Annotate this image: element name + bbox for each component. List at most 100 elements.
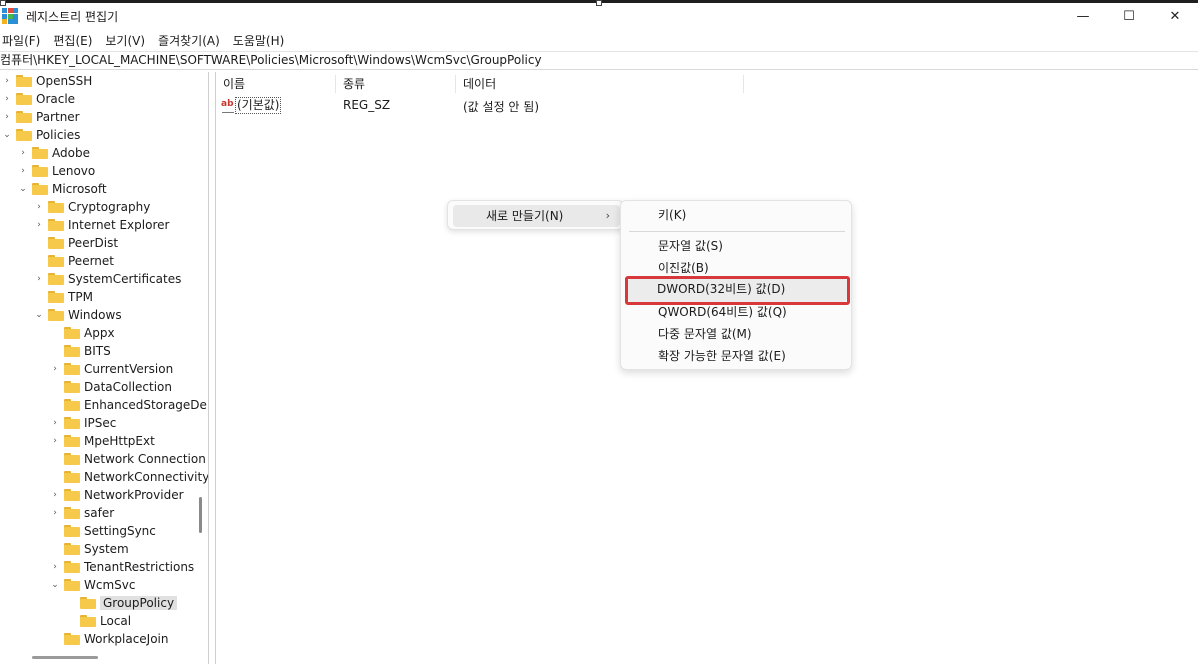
column-header-type[interactable]: 종류 (336, 75, 456, 93)
folder-icon (64, 345, 80, 357)
tree-item[interactable]: › TenantRestrictions (50, 558, 194, 576)
key-tree-pane[interactable]: › OpenSSH › Oracle › Partner ⌄ Policies › Adobe › L… (0, 72, 209, 664)
registry-editor-icon (2, 8, 18, 24)
menu-separator (629, 231, 845, 232)
tree-item-label: EnhancedStorageDe (84, 398, 207, 412)
tree-item[interactable]: › Adobe (18, 144, 90, 162)
tree-vertical-scrollbar[interactable] (199, 497, 202, 533)
chevron-right-icon[interactable]: › (2, 112, 12, 122)
chevron-right-icon[interactable]: › (50, 436, 60, 446)
folder-icon (80, 597, 96, 609)
tree-item[interactable]: NetworkConnectivity (50, 468, 208, 486)
tree-item[interactable]: WorkplaceJoin (50, 630, 169, 648)
chevron-down-icon[interactable]: ⌄ (50, 580, 60, 590)
tree-item-label: SystemCertificates (68, 272, 182, 286)
new-multi-string-value-item[interactable]: 다중 문자열 값(M) (658, 326, 752, 342)
tree-item[interactable]: › OpenSSH (2, 72, 92, 90)
close-button[interactable]: ✕ (1152, 3, 1198, 29)
tree-item[interactable]: › NetworkProvider (50, 486, 183, 504)
tree-item[interactable]: › Lenovo (18, 162, 95, 180)
tree-item-label: DataCollection (84, 380, 173, 394)
tree-item-label: CurrentVersion (84, 362, 174, 376)
new-binary-value-item[interactable]: 이진값(B) (658, 260, 709, 276)
chevron-right-icon[interactable]: › (50, 418, 60, 428)
tree-item[interactable]: › SystemCertificates (34, 270, 181, 288)
tree-item-label: OpenSSH (36, 74, 93, 88)
chevron-right-icon: › (605, 209, 610, 222)
maximize-button[interactable]: ☐ (1106, 3, 1152, 29)
tree-item[interactable]: › Oracle (2, 90, 75, 108)
tree-item[interactable]: › safer (50, 504, 114, 522)
folder-icon (64, 561, 80, 573)
tree-item[interactable]: ⌄ WcmSvc (50, 576, 135, 594)
menu-edit[interactable]: 편집(E) (53, 32, 92, 49)
chevron-right-icon[interactable]: › (34, 202, 44, 212)
tree-item[interactable]: ⌄ Windows (34, 306, 121, 324)
tree-item[interactable]: EnhancedStorageDe (50, 396, 207, 414)
chevron-right-icon[interactable]: › (50, 562, 60, 572)
tree-item-label: Network Connection (84, 452, 206, 466)
tree-item[interactable]: PeerDist (34, 234, 118, 252)
column-header-name[interactable]: 이름 (216, 75, 336, 93)
new-string-value-item[interactable]: 문자열 값(S) (658, 238, 723, 254)
tree-item-label: Appx (84, 326, 115, 340)
folder-icon (48, 273, 64, 285)
new-key-item[interactable]: 키(K) (658, 207, 686, 223)
tree-item[interactable]: › Cryptography (34, 198, 150, 216)
tree-item[interactable]: ⌄ Policies (2, 126, 80, 144)
tree-item-label: Lenovo (52, 164, 96, 178)
tree-item[interactable]: Local (66, 612, 131, 630)
chevron-right-icon[interactable]: › (34, 220, 44, 230)
tree-item-label: MpeHttpExt (84, 434, 155, 448)
menu-view[interactable]: 보기(V) (105, 32, 145, 49)
new-expandable-string-value-item[interactable]: 확장 가능한 문자열 값(E) (658, 348, 786, 364)
tree-item[interactable]: Network Connection (50, 450, 206, 468)
chevron-down-icon[interactable]: ⌄ (18, 184, 28, 194)
menu-file[interactable]: 파일(F) (2, 32, 40, 49)
new-menu-item[interactable]: 새로 만들기(N) › (453, 205, 620, 227)
tree-item-label: Cryptography (68, 200, 151, 214)
column-header-data[interactable]: 데이터 (456, 75, 744, 93)
menu-favorites[interactable]: 즐겨찾기(A) (158, 32, 220, 49)
chevron-right-icon[interactable]: › (18, 148, 28, 158)
tree-item-label: safer (84, 506, 115, 520)
tree-item[interactable]: › CurrentVersion (50, 360, 173, 378)
tree-item[interactable]: Appx (50, 324, 115, 342)
chevron-down-icon[interactable]: ⌄ (34, 310, 44, 320)
tree-item[interactable]: › IPSec (50, 414, 116, 432)
folder-icon (32, 147, 48, 159)
folder-icon (16, 93, 32, 105)
tree-item[interactable]: System (50, 540, 129, 558)
chevron-right-icon[interactable]: › (50, 508, 60, 518)
tree-item[interactable]: › Partner (2, 108, 79, 126)
minimize-button[interactable]: — (1060, 3, 1106, 29)
menu-help[interactable]: 도움말(H) (233, 32, 285, 49)
folder-icon (64, 579, 80, 591)
tree-item[interactable]: ⌄ Microsoft (18, 180, 106, 198)
tree-horizontal-scrollbar[interactable] (32, 656, 98, 659)
chevron-right-icon[interactable]: › (18, 166, 28, 176)
chevron-right-icon[interactable]: › (50, 364, 60, 374)
chevron-right-icon[interactable]: › (2, 76, 12, 86)
chevron-right-icon[interactable]: › (2, 94, 12, 104)
tree-item-label: SettingSync (84, 524, 156, 538)
chevron-right-icon[interactable]: › (50, 490, 60, 500)
value-row[interactable]: ab (기본값) REG_SZ (값 설정 안 됨) (216, 97, 776, 116)
tree-item[interactable]: › Internet Explorer (34, 216, 169, 234)
tree-item[interactable]: DataCollection (50, 378, 172, 396)
chevron-right-icon[interactable]: › (34, 274, 44, 284)
tree-item-label: TPM (68, 290, 93, 304)
menu-bar: 파일(F) 편집(E) 보기(V) 즐겨찾기(A) 도움말(H) (0, 30, 295, 50)
chevron-down-icon[interactable]: ⌄ (2, 130, 12, 140)
address-bar[interactable]: 컴퓨터\HKEY_LOCAL_MACHINE\SOFTWARE\Policies… (0, 51, 1198, 70)
tree-item[interactable]: GroupPolicy (66, 594, 178, 612)
tree-item-label: TenantRestrictions (84, 560, 195, 574)
tree-item[interactable]: TPM (34, 288, 93, 306)
new-qword-value-item[interactable]: QWORD(64비트) 값(Q) (658, 304, 787, 320)
folder-icon (64, 453, 80, 465)
tree-item[interactable]: SettingSync (50, 522, 156, 540)
tree-item[interactable]: BITS (50, 342, 111, 360)
tree-item-label: WorkplaceJoin (84, 632, 169, 646)
tree-item[interactable]: Peernet (34, 252, 114, 270)
tree-item[interactable]: › MpeHttpExt (50, 432, 155, 450)
